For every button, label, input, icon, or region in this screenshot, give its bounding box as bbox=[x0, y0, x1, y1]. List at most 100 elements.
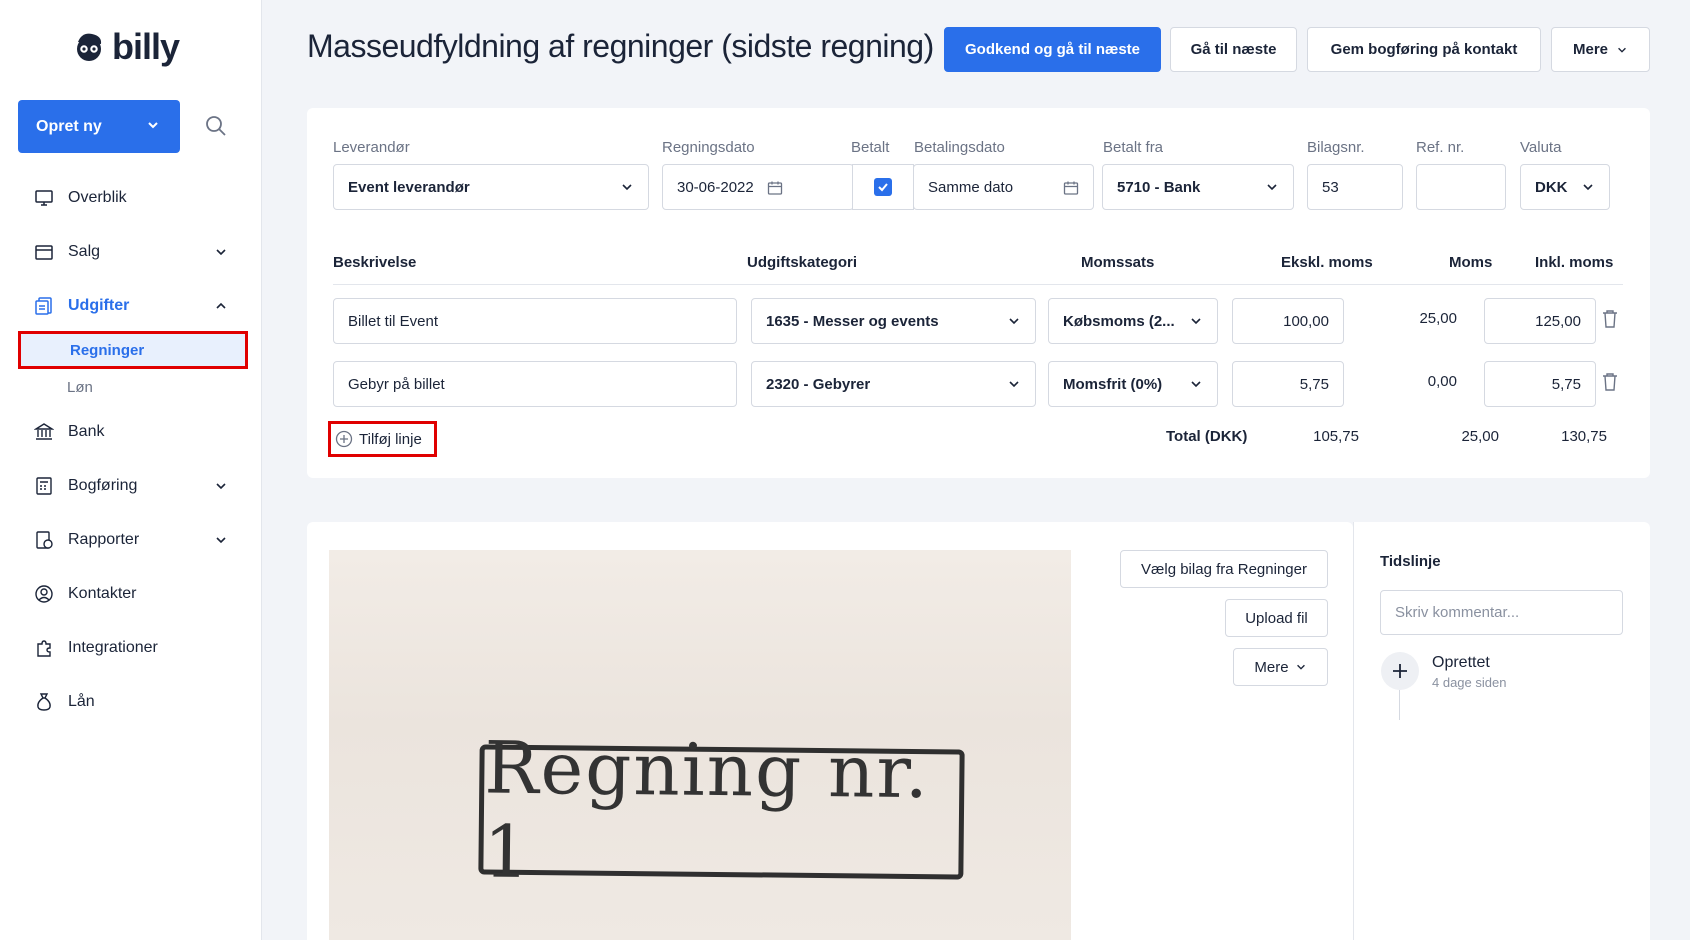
sidebar-item-regninger[interactable]: Regninger bbox=[18, 331, 248, 369]
paid-from-select[interactable]: 5710 - Bank bbox=[1102, 164, 1294, 210]
chevron-down-icon bbox=[1009, 381, 1019, 388]
calendar-icon[interactable] bbox=[1063, 180, 1079, 196]
sidebar-item-label: Kontakter bbox=[68, 585, 137, 602]
add-line-label: Tilføj linje bbox=[359, 430, 422, 448]
sidebar-item-overblik[interactable]: Overblik bbox=[34, 183, 234, 213]
line-incl-input[interactable]: 5,75 bbox=[1484, 361, 1596, 407]
line-incl-input[interactable]: 125,00 bbox=[1484, 298, 1596, 344]
chevron-down-icon bbox=[1191, 318, 1201, 325]
sidebar-item-rapporter[interactable]: Rapporter bbox=[34, 525, 234, 555]
timeline-connector bbox=[1399, 690, 1400, 720]
col-description: Beskrivelse bbox=[333, 254, 417, 271]
sidebar-item-label: Regninger bbox=[70, 341, 145, 359]
search-icon[interactable] bbox=[204, 114, 228, 138]
chevron-down-icon bbox=[1583, 184, 1593, 191]
page-title: Masseudfyldning af regninger (sidste reg… bbox=[307, 28, 934, 64]
sidebar: billy Opret ny Overblik Salg Udgifter Re… bbox=[0, 0, 262, 940]
sidebar-item-bank[interactable]: Bank bbox=[34, 417, 234, 447]
trash-icon[interactable] bbox=[1601, 309, 1619, 329]
paid-label: Betalt bbox=[851, 139, 890, 156]
sidebar-item-bogfoering[interactable]: Bogføring bbox=[34, 471, 234, 501]
receipt-image: Regning nr. 1 bbox=[329, 550, 1071, 940]
line-category-select[interactable]: 1635 - Messer og events bbox=[751, 298, 1036, 344]
calendar-icon[interactable] bbox=[767, 180, 783, 196]
attachment-more-button[interactable]: Mere bbox=[1233, 648, 1328, 686]
supplier-select[interactable]: Event leverandør bbox=[333, 164, 649, 210]
payment-date-value: Samme dato bbox=[928, 178, 1014, 196]
line-excl-input[interactable]: 5,75 bbox=[1232, 361, 1344, 407]
more-label: Mere bbox=[1572, 41, 1609, 58]
currency-select[interactable]: DKK bbox=[1520, 164, 1610, 210]
sidebar-item-kontakter[interactable]: Kontakter bbox=[34, 579, 234, 609]
bank-icon bbox=[34, 422, 54, 442]
sidebar-item-label: Udgifter bbox=[68, 297, 130, 314]
timeline-event-marker bbox=[1381, 652, 1419, 690]
col-incl-vat: Inkl. moms bbox=[1535, 254, 1614, 271]
line-vat-value: 25,00 bbox=[1419, 310, 1457, 327]
sidebar-item-laan[interactable]: Lån bbox=[34, 687, 234, 717]
voucher-no-input[interactable]: 53 bbox=[1307, 164, 1403, 210]
bill-date-input[interactable]: 30-06-2022 bbox=[662, 164, 854, 210]
header-divider bbox=[333, 284, 1623, 285]
line-vat-rate-select[interactable]: Momsfrit (0%) bbox=[1048, 361, 1218, 407]
line-description-input[interactable]: Gebyr på billet bbox=[333, 361, 737, 407]
plus-circle-icon bbox=[335, 430, 353, 448]
puzzle-icon bbox=[34, 638, 54, 658]
expenses-icon bbox=[34, 296, 54, 316]
create-new-button[interactable]: Opret ny bbox=[18, 100, 180, 153]
line-excl-value: 100,00 bbox=[1283, 312, 1329, 330]
reports-icon bbox=[34, 530, 54, 550]
comment-input[interactable]: Skriv kommentar... bbox=[1380, 590, 1623, 635]
sidebar-item-salg[interactable]: Salg bbox=[34, 237, 234, 267]
receipt-text: Regning nr. 1 bbox=[483, 725, 931, 895]
next-label: Gå til næste bbox=[1190, 41, 1277, 58]
chevron-down-icon bbox=[1191, 381, 1201, 388]
line-excl-value: 5,75 bbox=[1299, 375, 1329, 393]
billy-mascot-icon bbox=[77, 33, 102, 61]
line-incl-value: 125,00 bbox=[1535, 312, 1581, 330]
chevron-down-icon bbox=[1009, 318, 1019, 325]
choose-voucher-button[interactable]: Vælg bilag fra Regninger bbox=[1120, 550, 1328, 588]
col-vat-rate: Momssats bbox=[1081, 254, 1155, 271]
billy-logo[interactable]: billy bbox=[72, 26, 180, 68]
sidebar-item-integrationer[interactable]: Integrationer bbox=[34, 633, 234, 663]
save-posting-label: Gem bogføring på kontakt bbox=[1330, 41, 1518, 58]
line-description-input[interactable]: Billet til Event bbox=[333, 298, 737, 344]
line-description-value: Gebyr på billet bbox=[348, 375, 445, 393]
col-vat: Moms bbox=[1449, 254, 1493, 271]
plus-icon bbox=[1393, 664, 1407, 678]
voucher-no-value: 53 bbox=[1322, 178, 1339, 196]
payment-date-label: Betalingsdato bbox=[914, 139, 1005, 156]
choose-voucher-label: Vælg bilag fra Regninger bbox=[1141, 560, 1307, 578]
checkmark-icon bbox=[878, 183, 888, 192]
line-incl-value: 5,75 bbox=[1551, 375, 1581, 393]
sidebar-item-label: Lån bbox=[68, 693, 95, 710]
sidebar-item-udgifter[interactable]: Udgifter bbox=[34, 291, 234, 321]
save-posting-button[interactable]: Gem bogføring på kontakt bbox=[1307, 27, 1541, 72]
sidebar-item-label: Løn bbox=[67, 378, 93, 396]
paid-from-label: Betalt fra bbox=[1103, 139, 1164, 156]
ref-no-input[interactable] bbox=[1416, 164, 1506, 210]
comment-placeholder: Skriv kommentar... bbox=[1395, 604, 1520, 621]
chevron-down-icon bbox=[622, 184, 632, 191]
total-label: Total (DKK) bbox=[1166, 428, 1248, 445]
upload-file-button[interactable]: Upload fil bbox=[1225, 599, 1328, 637]
next-button[interactable]: Gå til næste bbox=[1170, 27, 1297, 72]
chevron-up-icon bbox=[216, 302, 226, 309]
sidebar-item-label: Bogføring bbox=[68, 477, 138, 494]
payment-date-input[interactable]: Samme dato bbox=[913, 164, 1094, 210]
add-line-button[interactable]: Tilføj linje bbox=[328, 421, 437, 457]
line-excl-input[interactable]: 100,00 bbox=[1232, 298, 1344, 344]
line-vat-rate-select[interactable]: Købsmoms (2... bbox=[1048, 298, 1218, 344]
trash-icon[interactable] bbox=[1601, 372, 1619, 392]
sidebar-item-loen[interactable]: Løn bbox=[18, 368, 248, 406]
bill-date-value: 30-06-2022 bbox=[677, 178, 754, 196]
line-vat-value: 0,00 bbox=[1427, 373, 1457, 390]
create-new-label: Opret ny bbox=[36, 117, 102, 135]
paid-checkbox[interactable] bbox=[874, 178, 892, 196]
timeline-card bbox=[1353, 522, 1650, 940]
line-category-value: 2320 - Gebyrer bbox=[766, 375, 871, 393]
more-button[interactable]: Mere bbox=[1551, 27, 1650, 72]
line-category-select[interactable]: 2320 - Gebyrer bbox=[751, 361, 1036, 407]
approve-next-button[interactable]: Godkend og gå til næste bbox=[944, 27, 1161, 72]
